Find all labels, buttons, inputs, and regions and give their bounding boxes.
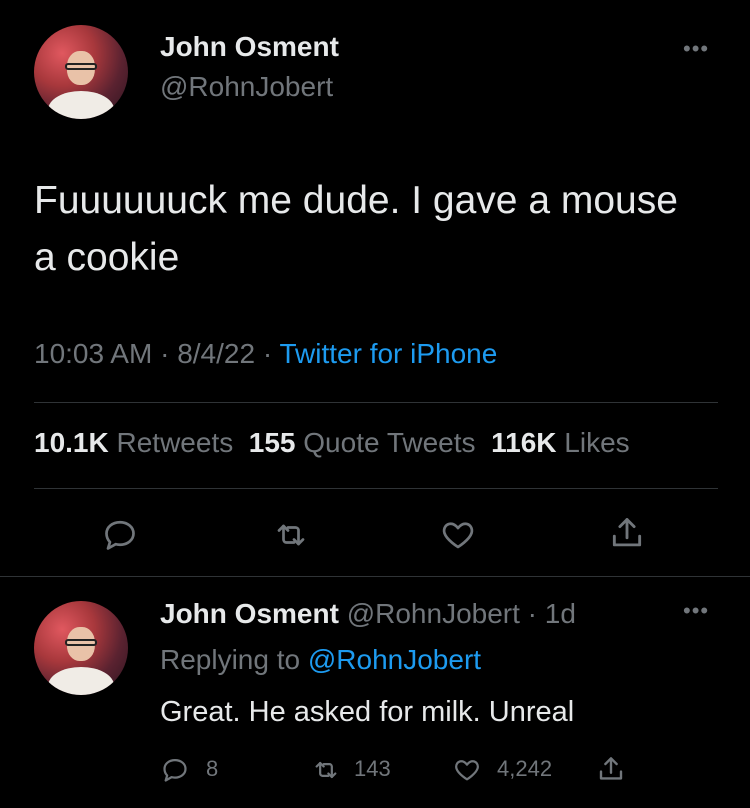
replying-to-handle[interactable]: @RohnJobert bbox=[308, 644, 481, 675]
author-handle[interactable]: @RohnJobert bbox=[160, 71, 333, 103]
author-avatar[interactable] bbox=[34, 25, 128, 119]
quotes-count: 155 bbox=[248, 427, 296, 458]
likes-count: 116K bbox=[491, 427, 557, 458]
divider bbox=[34, 488, 718, 489]
reply-separator: · bbox=[519, 598, 545, 629]
reply-reply-count: 8 bbox=[206, 756, 219, 781]
reply-retweet-count: 143 bbox=[354, 756, 391, 781]
avatar-shirt bbox=[48, 90, 114, 119]
reply-header: John Osment @RohnJobert · 1d bbox=[160, 598, 576, 630]
replying-prefix: Replying to bbox=[160, 644, 301, 675]
reply-reply-icon[interactable] bbox=[161, 756, 189, 784]
tweet-text: Fuuuuuuck me dude. I gave a mouse a cook… bbox=[34, 179, 678, 279]
divider bbox=[34, 402, 718, 403]
tweet-source-link[interactable]: Twitter for iPhone bbox=[279, 338, 497, 369]
tweet-stats: 10.1K Retweets 155 Quote Tweets 116K Lik… bbox=[34, 427, 630, 459]
retweets-label: Retweets bbox=[116, 427, 234, 458]
quotes-stat[interactable]: 155 Quote Tweets bbox=[249, 427, 476, 458]
likes-stat[interactable]: 116K Likes bbox=[491, 427, 630, 458]
tweet-meta: 10:03 AM · 8/4/22 · Twitter for iPhone bbox=[34, 338, 497, 370]
retweet-icon[interactable] bbox=[271, 517, 311, 553]
meta-separator: · bbox=[262, 338, 280, 369]
replying-to: Replying to @RohnJobert bbox=[160, 644, 481, 676]
reply-like-count: 4,242 bbox=[497, 756, 553, 781]
avatar-glasses bbox=[65, 638, 97, 647]
divider bbox=[0, 576, 750, 577]
reply-more-options-icon[interactable]: ••• bbox=[683, 598, 709, 624]
avatar-glasses bbox=[65, 62, 97, 71]
tweet-time[interactable]: 10:03 AM bbox=[34, 338, 152, 369]
meta-separator: · bbox=[160, 338, 178, 369]
reply-like-icon[interactable] bbox=[452, 756, 482, 784]
author-name[interactable]: John Osment bbox=[160, 31, 339, 63]
reply-text: Great. He asked for milk. Unreal bbox=[160, 696, 575, 728]
reply-share-icon[interactable] bbox=[596, 754, 626, 784]
reply-author-handle[interactable]: @RohnJobert bbox=[347, 598, 520, 629]
share-icon[interactable] bbox=[608, 514, 646, 552]
more-options-icon[interactable]: ••• bbox=[683, 36, 709, 62]
retweets-stat[interactable]: 10.1K Retweets bbox=[34, 427, 233, 458]
tweet-date[interactable]: 8/4/22 bbox=[177, 338, 255, 369]
reply-age[interactable]: 1d bbox=[545, 598, 576, 629]
reply-icon[interactable] bbox=[101, 517, 139, 553]
avatar-shirt bbox=[48, 666, 114, 695]
reply-retweet-icon[interactable] bbox=[310, 756, 342, 784]
likes-label: Likes bbox=[564, 427, 630, 458]
reply-author-avatar[interactable] bbox=[34, 601, 128, 695]
like-icon[interactable] bbox=[439, 517, 477, 553]
reply-author-name[interactable]: John Osment bbox=[160, 598, 339, 629]
quotes-label: Quote Tweets bbox=[303, 427, 476, 458]
retweets-count: 10.1K bbox=[34, 427, 109, 458]
